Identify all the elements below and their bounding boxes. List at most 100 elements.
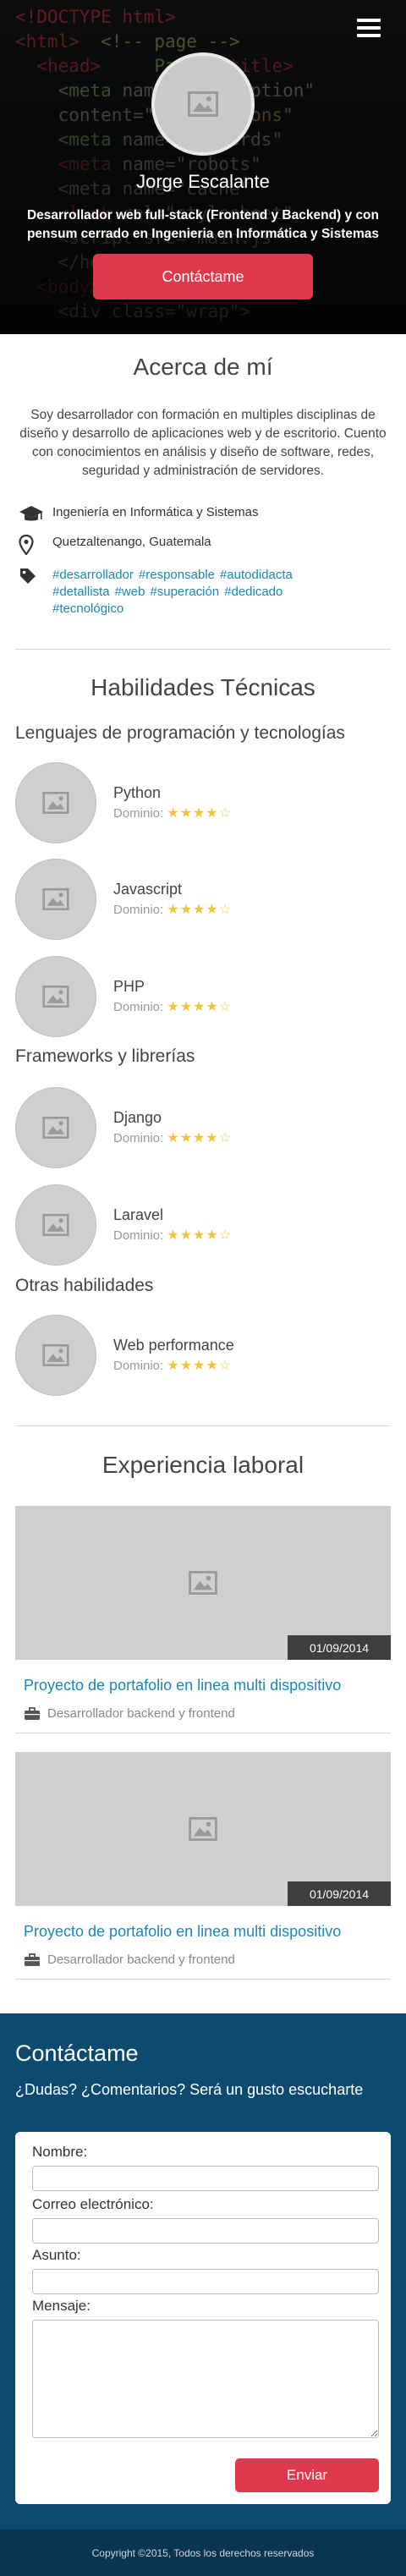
message-field[interactable] xyxy=(32,2320,379,2438)
tag-link[interactable]: #web xyxy=(115,585,145,599)
skill-item: Django Dominio: ★★★★☆ xyxy=(15,1085,391,1170)
skill-image xyxy=(15,956,96,1037)
tag-link[interactable]: #responsable xyxy=(139,568,215,582)
project-image[interactable]: 01/09/2014 xyxy=(15,1752,391,1906)
briefcase-icon xyxy=(25,1706,40,1720)
card-divider xyxy=(15,1979,391,1980)
message-label: Mensaje: xyxy=(32,2298,91,2314)
skill-item: Laravel Dominio: ★★★★☆ xyxy=(15,1183,391,1267)
tag-link[interactable]: #dedicado xyxy=(224,585,283,599)
experience-card: 01/09/2014 Proyecto de portafolio en lin… xyxy=(15,1506,391,1733)
star-rating: ★★★★☆ xyxy=(167,806,233,821)
skill-name: Javascript xyxy=(113,881,183,898)
project-role: Desarrollador backend y frontend xyxy=(24,1953,391,1967)
project-title-link[interactable]: Proyecto de portafolio en linea multi di… xyxy=(24,1677,391,1694)
image-placeholder-icon xyxy=(42,888,69,910)
skill-name: Django xyxy=(113,1109,162,1126)
star-rating: ★★★★☆ xyxy=(167,1000,233,1014)
project-date-badge: 01/09/2014 xyxy=(288,1881,391,1906)
contact-section-title: Contáctame xyxy=(15,2040,139,2066)
contact-form: Nombre: Correo electrónico: Asunto: Mens… xyxy=(15,2132,391,2504)
image-placeholder-icon xyxy=(42,1214,69,1236)
contact-section: Contáctame ¿Dudas? ¿Comentarios? Será un… xyxy=(0,2013,406,2529)
skill-image xyxy=(15,859,96,940)
profile-name: Jorge Escalante xyxy=(136,171,270,192)
education-row: Ingeniería en Informática y Sistemas xyxy=(19,505,258,524)
skill-name: PHP xyxy=(113,978,145,995)
project-role-text: Desarrollador backend y frontend xyxy=(47,1706,235,1721)
about-section-title: Acerca de mí xyxy=(133,354,273,380)
skill-level: Dominio: ★★★★☆ xyxy=(113,1131,233,1145)
skill-item: Javascript Dominio: ★★★★☆ xyxy=(15,857,391,942)
star-rating: ★★★★☆ xyxy=(167,903,233,917)
skill-name: Python xyxy=(113,784,162,801)
skill-level: Dominio: ★★★★☆ xyxy=(113,1359,233,1373)
star-rating: ★★★★☆ xyxy=(167,1359,233,1373)
project-date-badge: 01/09/2014 xyxy=(288,1635,391,1660)
profile-avatar xyxy=(151,52,255,156)
image-placeholder-icon xyxy=(189,1571,217,1595)
footer: Copyright ©2015, Todos los derechos rese… xyxy=(0,2529,406,2576)
tag-link[interactable]: #detallista xyxy=(52,585,110,599)
profile-tagline: Desarrollador web full-stack (Frontend y… xyxy=(26,208,380,241)
skill-item: PHP Dominio: ★★★★☆ xyxy=(15,954,391,1039)
image-placeholder-icon xyxy=(188,91,218,117)
send-button[interactable]: Enviar xyxy=(235,2458,379,2492)
experience-section-title: Experiencia laboral xyxy=(102,1452,304,1478)
subject-field[interactable] xyxy=(32,2269,379,2294)
skill-level: Dominio: ★★★★☆ xyxy=(113,1228,233,1243)
skill-image xyxy=(15,1315,96,1396)
experience-card: 01/09/2014 Proyecto de portafolio en lin… xyxy=(15,1752,391,1980)
tag-list: #desarrollador #responsable #autodidacta #… xyxy=(52,567,348,618)
tags-row: #desarrollador #responsable #autodidacta #… xyxy=(19,567,348,618)
skill-name: Laravel xyxy=(113,1206,164,1223)
skill-image xyxy=(15,762,96,843)
skill-category-title: Otras habilidades xyxy=(15,1276,154,1295)
location-text: Quetzaltenango, Guatemala xyxy=(52,535,211,549)
copyright-text: Copyright ©2015, Todos los derechos rese… xyxy=(91,2546,315,2559)
hamburger-menu-icon[interactable] xyxy=(357,19,381,37)
image-placeholder-icon xyxy=(42,1117,69,1139)
skill-level: Dominio: ★★★★☆ xyxy=(113,903,233,917)
tag-link[interactable]: #superación xyxy=(150,585,219,599)
name-field[interactable] xyxy=(32,2166,379,2191)
skill-level: Dominio: ★★★★☆ xyxy=(113,806,233,821)
graduation-cap-icon xyxy=(19,505,52,524)
star-rating: ★★★★☆ xyxy=(167,1131,233,1145)
contact-subtitle: ¿Dudas? ¿Comentarios? Será un gusto escu… xyxy=(15,2081,364,2098)
project-title-link[interactable]: Proyecto de portafolio en linea multi di… xyxy=(24,1923,391,1941)
skill-name: Web performance xyxy=(113,1337,234,1354)
hero-banner: <!DOCTYPE html> <html> <!-- page --> <he… xyxy=(0,0,406,334)
email-field[interactable] xyxy=(32,2218,379,2244)
skill-item: Python Dominio: ★★★★☆ xyxy=(15,761,391,845)
tag-link[interactable]: #autodidacta xyxy=(220,568,293,582)
section-divider xyxy=(15,649,391,650)
skill-category-title: Lenguajes de programación y tecnologías xyxy=(15,723,345,743)
tag-link[interactable]: #desarrollador xyxy=(52,568,134,582)
skill-image xyxy=(15,1087,96,1168)
image-placeholder-icon xyxy=(42,792,69,814)
tag-link[interactable]: #tecnológico xyxy=(52,601,123,616)
project-role-text: Desarrollador backend y frontend xyxy=(47,1953,235,1967)
contact-me-button[interactable]: Contáctame xyxy=(93,254,313,299)
skill-category-title: Frameworks y librerías xyxy=(15,1046,195,1066)
about-description: Soy desarrollador con formación en multi… xyxy=(19,408,387,478)
image-placeholder-icon xyxy=(189,1817,217,1841)
star-rating: ★★★★☆ xyxy=(167,1228,233,1243)
skills-section-title: Habilidades Técnicas xyxy=(91,674,315,700)
project-role: Desarrollador backend y frontend xyxy=(24,1706,391,1721)
image-placeholder-icon xyxy=(42,1344,69,1366)
project-image[interactable]: 01/09/2014 xyxy=(15,1506,391,1660)
subject-label: Asunto: xyxy=(32,2247,81,2263)
skill-item: Web performance Dominio: ★★★★☆ xyxy=(15,1313,391,1398)
image-placeholder-icon xyxy=(42,986,69,1008)
briefcase-icon xyxy=(25,1953,40,1966)
tag-icon xyxy=(19,567,52,585)
map-pin-icon xyxy=(19,535,52,555)
name-label: Nombre: xyxy=(32,2144,88,2160)
location-row: Quetzaltenango, Guatemala xyxy=(19,535,211,555)
skill-image xyxy=(15,1184,96,1266)
skill-level: Dominio: ★★★★☆ xyxy=(113,1000,233,1014)
email-label: Correo electrónico: xyxy=(32,2196,154,2212)
section-divider xyxy=(15,1425,391,1426)
